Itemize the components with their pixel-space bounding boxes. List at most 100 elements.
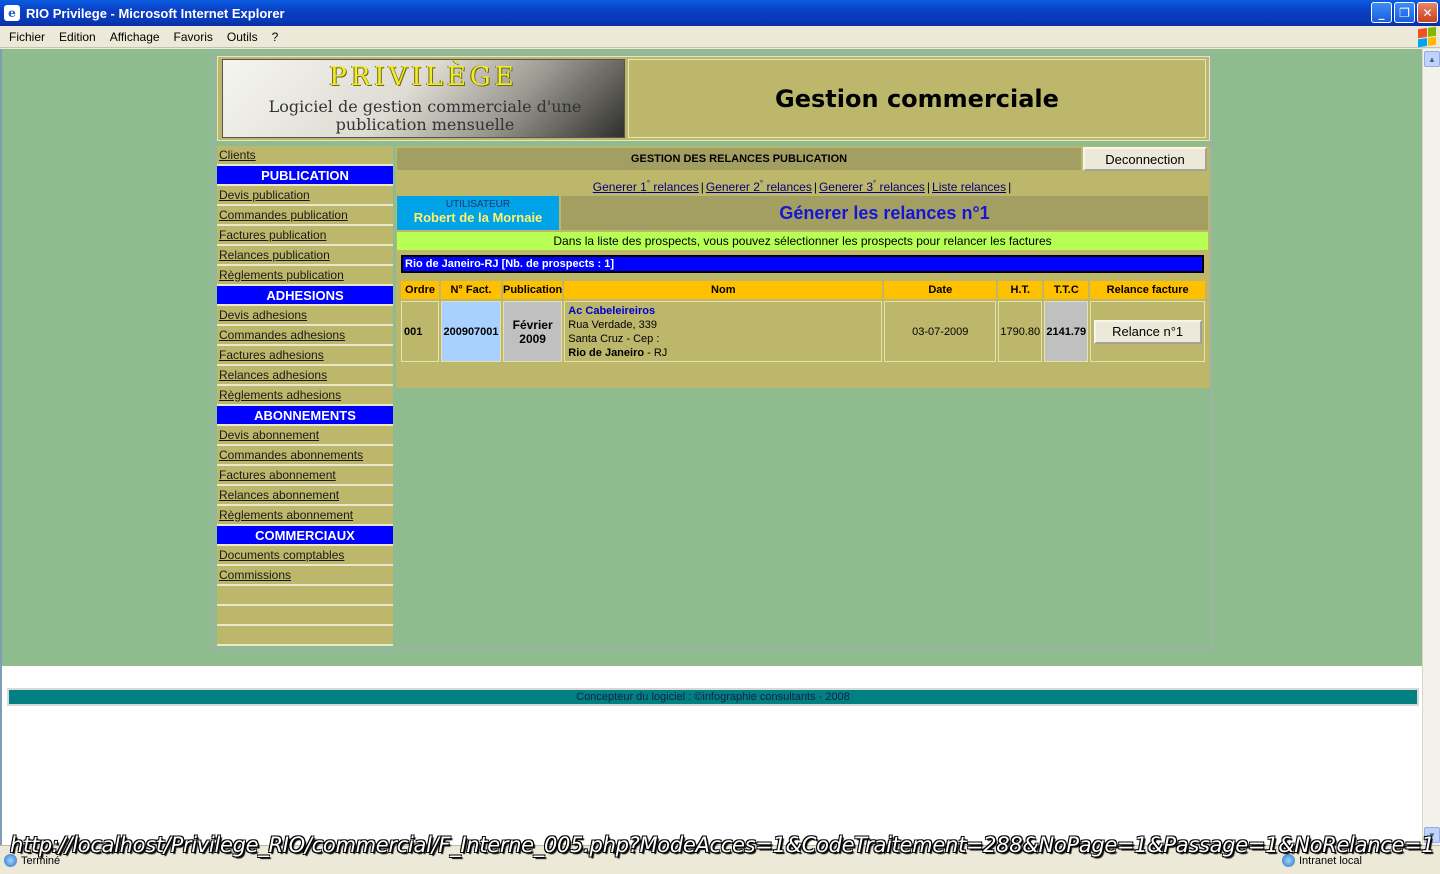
sidebar-item-clients[interactable]: Clients bbox=[217, 146, 393, 166]
relance-table: Ordre N° Fact. Publication Nom Date H.T.… bbox=[399, 279, 1207, 364]
app-header: PRIVILÈGE Logiciel de gestion commercial… bbox=[217, 56, 1210, 141]
user-label: UTILISATEUR bbox=[445, 199, 511, 210]
vertical-scrollbar[interactable]: ▲ ▼ bbox=[1422, 49, 1440, 845]
sidebar-item-commissions[interactable]: Commissions bbox=[217, 566, 393, 586]
link-suffix: relances bbox=[763, 180, 812, 194]
app-container: PRIVILÈGE Logiciel de gestion commercial… bbox=[213, 52, 1212, 650]
user-box: UTILISATEUR Robert de la Mornaie bbox=[397, 196, 559, 230]
col-ttc: T.T.C bbox=[1044, 281, 1089, 299]
col-date: Date bbox=[884, 281, 997, 299]
nav-empty-row bbox=[217, 626, 393, 646]
page-footer: Concepteur du logiciel : ©infographie co… bbox=[7, 688, 1419, 706]
sidebar-item-documents-comptables[interactable]: Documents comptables bbox=[217, 546, 393, 566]
client-address-1: Rua Verdade, 339 bbox=[568, 318, 657, 331]
link-separator: | bbox=[1008, 180, 1012, 194]
relance-link-4[interactable]: Liste relances bbox=[932, 180, 1006, 194]
pub-month: Février bbox=[512, 317, 553, 332]
sidebar-item-devis-publication[interactable]: Devis publication bbox=[217, 186, 393, 206]
client-city: Rio de Janeiro bbox=[568, 346, 645, 359]
sidebar-nav: Clients PUBLICATION Devis publication Comma… bbox=[217, 146, 393, 646]
cell-ordre: 001 bbox=[401, 301, 439, 362]
maximize-button[interactable]: ❐ bbox=[1394, 2, 1415, 23]
sidebar-item-relances-abonnement[interactable]: Relances abonnement bbox=[217, 486, 393, 506]
client-address-2: Santa Cruz - Cep : bbox=[568, 332, 660, 345]
sidebar-item-reglements-publication[interactable]: Règlements publication bbox=[217, 266, 393, 286]
sidebar-item-commandes-abonnements[interactable]: Commandes abonnements bbox=[217, 446, 393, 466]
cell-publication: Février 2009 bbox=[503, 301, 563, 362]
logout-button[interactable]: Deconnection bbox=[1083, 147, 1207, 171]
table-header-row: Ordre N° Fact. Publication Nom Date H.T.… bbox=[401, 281, 1205, 299]
sidebar-item-devis-abonnement[interactable]: Devis abonnement bbox=[217, 426, 393, 446]
sidebar-item-factures-publication[interactable]: Factures publication bbox=[217, 226, 393, 246]
link-number: 1 bbox=[640, 180, 647, 194]
close-button[interactable]: ✕ bbox=[1417, 2, 1438, 23]
nav-empty-row bbox=[217, 606, 393, 626]
cell-ttc: 2141.79 bbox=[1044, 301, 1089, 362]
region-header: Rio de Janeiro-RJ [Nb. de prospects : 1] bbox=[401, 255, 1204, 273]
windows-flag-icon bbox=[1418, 26, 1436, 48]
sidebar-item-commandes-publication[interactable]: Commandes publication bbox=[217, 206, 393, 226]
privilege-logo: PRIVILÈGE Logiciel de gestion commercial… bbox=[222, 59, 625, 138]
menu-bar: Fichier Edition Affichage Favoris Outils… bbox=[0, 26, 1440, 48]
user-name: Robert de la Mornaie bbox=[413, 210, 543, 225]
sidebar-item-relances-adhesions[interactable]: Relances adhesions bbox=[217, 366, 393, 386]
sidebar-item-factures-adhesions[interactable]: Factures adhesions bbox=[217, 346, 393, 366]
sidebar-item-devis-adhesions[interactable]: Devis adhesions bbox=[217, 306, 393, 326]
client-name[interactable]: Ac Cabeleireiros bbox=[568, 304, 881, 318]
nav-section-commerciaux: COMMERCIAUX bbox=[217, 526, 393, 546]
client-city-line: Rio de Janeiro - RJ bbox=[568, 346, 881, 360]
col-nom: Nom bbox=[564, 281, 883, 299]
scroll-up-icon[interactable]: ▲ bbox=[1424, 51, 1440, 67]
minimize-button[interactable]: _ bbox=[1371, 2, 1392, 23]
relance-button[interactable]: Relance n°1 bbox=[1093, 319, 1202, 344]
cell-ht: 1790.80 bbox=[998, 301, 1043, 362]
sidebar-item-relances-publication[interactable]: Relances publication bbox=[217, 246, 393, 266]
menu-affichage[interactable]: Affichage bbox=[103, 30, 167, 44]
logo-tagline: Logiciel de gestion commerciale d'une pu… bbox=[268, 97, 582, 134]
link-text: Generer bbox=[818, 180, 867, 194]
app-title: Gestion commerciale bbox=[628, 59, 1206, 138]
browser-viewport: PRIVILÈGE Logiciel de gestion commercial… bbox=[0, 49, 1422, 845]
col-fact: N° Fact. bbox=[441, 281, 501, 299]
link-text: Generer bbox=[592, 180, 641, 194]
nav-empty-row bbox=[217, 586, 393, 606]
link-text: Liste relances bbox=[932, 180, 1007, 194]
window-titlebar: e RIO Privilege - Microsoft Internet Exp… bbox=[0, 0, 1440, 26]
relance-links: Generer 1° relances | Generer 2° relances |… bbox=[396, 174, 1210, 194]
cell-relance: Relance n°1 bbox=[1090, 301, 1205, 362]
nav-section-abonnements: ABONNEMENTS bbox=[217, 406, 393, 426]
sidebar-item-factures-abonnement[interactable]: Factures abonnement bbox=[217, 466, 393, 486]
link-separator: | bbox=[700, 180, 704, 194]
col-ht: H.T. bbox=[998, 281, 1043, 299]
sidebar-item-commandes-adhesions[interactable]: Commandes adhesions bbox=[217, 326, 393, 346]
link-number: 3 bbox=[866, 180, 873, 194]
menu-outils[interactable]: Outils bbox=[220, 30, 265, 44]
url-overlay: http://localhost/Privilege_RIO/commercia… bbox=[10, 833, 1435, 857]
ie-icon: e bbox=[4, 5, 20, 21]
nav-section-adhesions: ADHESIONS bbox=[217, 286, 393, 306]
link-suffix: relances bbox=[876, 180, 925, 194]
pub-year: 2009 bbox=[519, 331, 546, 346]
relance-link-3[interactable]: Generer 3° relances bbox=[818, 179, 925, 194]
menu-edition[interactable]: Edition bbox=[52, 30, 103, 44]
window-title: RIO Privilege - Microsoft Internet Explo… bbox=[26, 5, 285, 21]
link-text: Generer bbox=[705, 180, 754, 194]
client-state: - RJ bbox=[644, 346, 668, 359]
logo-brand: PRIVILÈGE bbox=[329, 62, 518, 92]
nav-section-publication: PUBLICATION bbox=[217, 166, 393, 186]
menu-fichier[interactable]: Fichier bbox=[2, 30, 52, 44]
relance-link-2[interactable]: Generer 2° relances bbox=[705, 179, 812, 194]
cell-date: 03-07-2009 bbox=[884, 301, 997, 362]
sidebar-item-reglements-adhesions[interactable]: Règlements adhesions bbox=[217, 386, 393, 406]
window-controls: _ ❐ ✕ bbox=[1371, 2, 1438, 23]
page-background: PRIVILÈGE Logiciel de gestion commercial… bbox=[2, 49, 1422, 666]
main-panel: GESTION DES RELANCES PUBLICATION Deconne… bbox=[396, 146, 1210, 388]
menu-help[interactable]: ? bbox=[265, 30, 286, 44]
link-separator: | bbox=[926, 180, 931, 194]
menu-favoris[interactable]: Favoris bbox=[167, 30, 220, 44]
sidebar-item-reglements-abonnement[interactable]: Règlements abonnement bbox=[217, 506, 393, 526]
link-number: 2 bbox=[753, 180, 760, 194]
cell-nom: Ac Cabeleireiros Rua Verdade, 339 Santa … bbox=[564, 301, 883, 362]
relance-link-1[interactable]: Generer 1° relances bbox=[592, 179, 699, 194]
col-relance: Relance facture bbox=[1090, 281, 1205, 299]
